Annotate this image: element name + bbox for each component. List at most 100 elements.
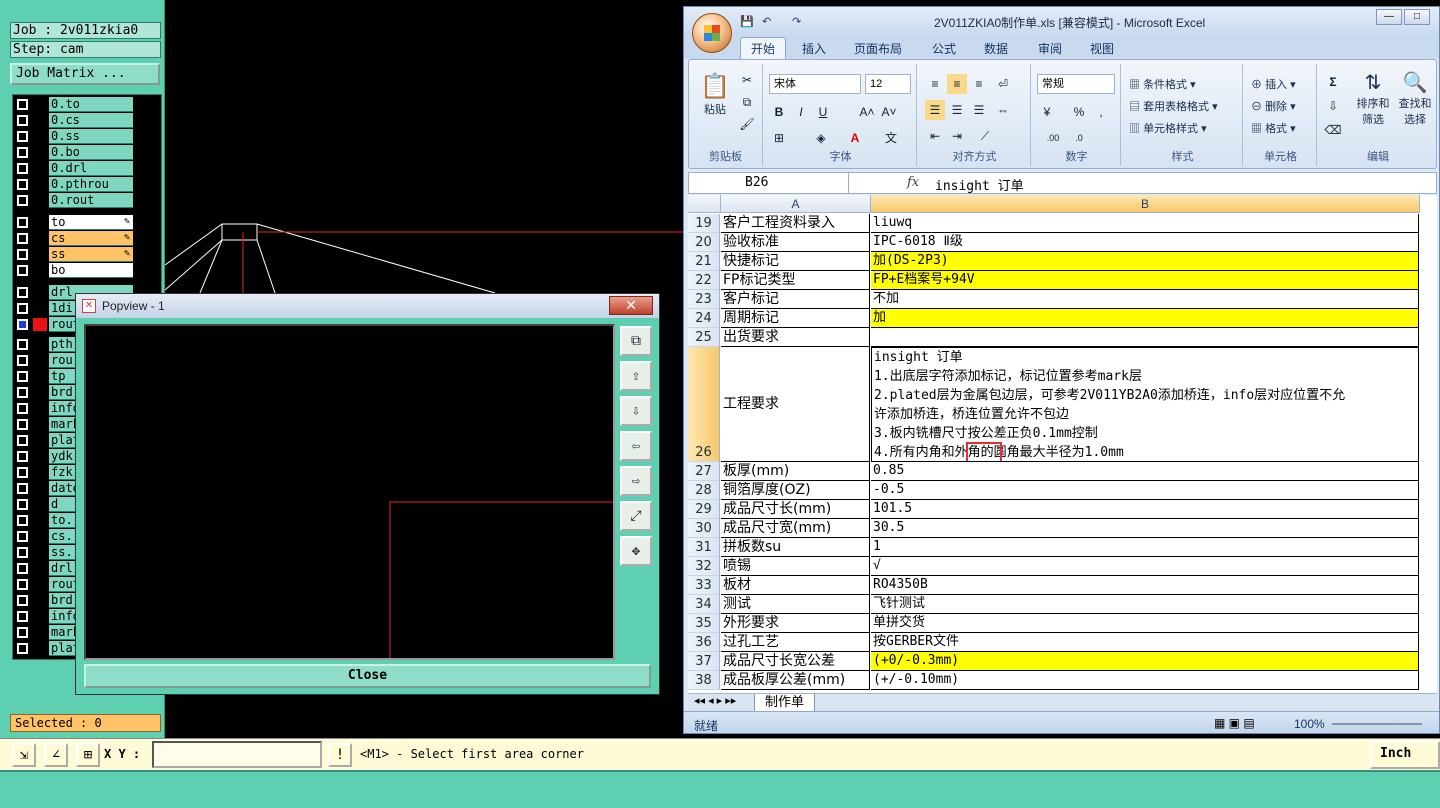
increase-decimal-icon[interactable]: .00 bbox=[1043, 128, 1063, 148]
layer-checkbox[interactable] bbox=[17, 451, 28, 462]
cell-b[interactable]: FP+E档案号+94V bbox=[871, 271, 1419, 290]
layer-checkbox[interactable] bbox=[17, 99, 28, 110]
format-button[interactable]: ▦ 格式 ▾ bbox=[1251, 120, 1296, 136]
row-header[interactable]: 33 bbox=[688, 576, 720, 595]
select-all-corner[interactable] bbox=[688, 195, 721, 213]
cell-b[interactable]: liuwq bbox=[871, 214, 1419, 233]
save-icon[interactable]: 💾 bbox=[740, 15, 754, 28]
find-select-button[interactable]: 🔍 查找和 选择 bbox=[1395, 70, 1435, 127]
cell-b[interactable]: 0.85 bbox=[871, 462, 1419, 481]
row-header[interactable]: 28 bbox=[688, 481, 720, 500]
layer-checkbox[interactable] bbox=[17, 147, 28, 158]
cut-icon[interactable]: ✂ bbox=[737, 70, 757, 90]
grid-tool-icon[interactable]: ⊞ bbox=[76, 743, 100, 767]
layer-name[interactable]: 0.cs bbox=[49, 113, 133, 128]
ribbon-tab[interactable]: 审阅 bbox=[1038, 40, 1062, 57]
cell-b[interactable] bbox=[871, 328, 1419, 347]
cell-styles-button[interactable]: ▥ 单元格样式 ▾ bbox=[1129, 120, 1207, 136]
layer-row[interactable]: 0.rout bbox=[13, 193, 133, 208]
name-box[interactable]: B26 bbox=[689, 173, 849, 193]
copy-icon[interactable]: ⧉ bbox=[737, 92, 757, 112]
cell-a[interactable]: 过孔工艺 bbox=[721, 633, 870, 652]
job-matrix-button[interactable]: Job Matrix ... bbox=[10, 63, 160, 85]
wrap-text-icon[interactable]: ⏎ bbox=[993, 74, 1013, 94]
layer-checkbox[interactable] bbox=[17, 195, 28, 206]
ribbon-tab[interactable]: 开始 bbox=[740, 37, 787, 59]
fill-icon[interactable]: ⇩ bbox=[1323, 96, 1343, 116]
percent-icon[interactable]: % bbox=[1069, 102, 1089, 122]
cell-a[interactable]: 测试 bbox=[721, 595, 870, 614]
select-tool-icon[interactable]: ⇲ bbox=[12, 743, 36, 767]
layer-name[interactable]: ss ✎ bbox=[49, 247, 133, 262]
redo-icon[interactable]: ↷ bbox=[792, 15, 801, 28]
cell-b[interactable]: 飞针测试 bbox=[871, 595, 1419, 614]
align-middle-icon[interactable]: ≡ bbox=[947, 74, 967, 94]
layer-name[interactable]: 0.pthrou bbox=[49, 177, 133, 192]
zoom-slider[interactable] bbox=[1332, 723, 1422, 725]
cell-a[interactable]: 客户工程资料录入 bbox=[721, 214, 870, 233]
insert-button[interactable]: ⊕ 插入 ▾ bbox=[1251, 76, 1296, 92]
ribbon-tab[interactable]: 数据 bbox=[984, 40, 1008, 57]
decrease-indent-icon[interactable]: ⇤ bbox=[925, 126, 945, 146]
layer-checkbox[interactable] bbox=[17, 419, 28, 430]
cell-a[interactable]: 铜箔厚度(OZ) bbox=[721, 481, 870, 500]
layer-row[interactable]: 0.bo bbox=[13, 145, 133, 160]
layer-checkbox[interactable] bbox=[17, 547, 28, 558]
layer-checkbox[interactable] bbox=[17, 515, 28, 526]
layer-row[interactable]: 0.to bbox=[13, 97, 133, 112]
layer-checkbox[interactable] bbox=[17, 643, 28, 654]
fit-icon[interactable]: ⤢ bbox=[620, 501, 652, 531]
sort-filter-button[interactable]: ⇅ 排序和 筛选 bbox=[1353, 70, 1393, 127]
cell-b[interactable]: -0.5 bbox=[871, 481, 1419, 500]
layer-checkbox[interactable] bbox=[17, 387, 28, 398]
layer-checkbox[interactable] bbox=[17, 611, 28, 622]
layer-checkbox[interactable] bbox=[17, 531, 28, 542]
align-right-icon[interactable]: ☰ bbox=[969, 100, 989, 120]
increase-indent-icon[interactable]: ⇥ bbox=[947, 126, 967, 146]
sheet-tab[interactable]: 制作单 bbox=[754, 694, 816, 712]
align-left-icon[interactable]: ☰ bbox=[925, 100, 945, 120]
layer-row[interactable]: cs ✎ bbox=[13, 231, 133, 246]
layer-name[interactable]: 0.rout bbox=[49, 193, 133, 208]
measure-tool-icon[interactable]: ∠ bbox=[44, 743, 68, 767]
font-size-combo[interactable]: 12 bbox=[865, 74, 911, 94]
cell-a[interactable]: 拼板数su bbox=[721, 538, 870, 557]
layer-checkbox[interactable] bbox=[17, 319, 28, 330]
autosum-icon[interactable]: Σ bbox=[1323, 72, 1343, 92]
currency-icon[interactable]: ¥ bbox=[1037, 102, 1057, 122]
italic-icon[interactable]: I bbox=[791, 102, 811, 122]
merge-center-icon[interactable]: ⇔ bbox=[993, 100, 1013, 120]
cell-b[interactable]: 加 bbox=[871, 309, 1419, 328]
cell-b[interactable]: √ bbox=[871, 557, 1419, 576]
row-header[interactable]: 26 bbox=[688, 347, 720, 462]
row-header[interactable]: 36 bbox=[688, 633, 720, 652]
cell-a[interactable]: FP标记类型 bbox=[721, 271, 870, 290]
fx-icon[interactable]: fx bbox=[907, 175, 919, 190]
paste-button[interactable]: 📋 粘贴 bbox=[695, 72, 735, 117]
ribbon-tab[interactable]: 视图 bbox=[1090, 40, 1114, 57]
close-button[interactable]: Close bbox=[84, 664, 651, 688]
row-header[interactable]: 25 bbox=[688, 328, 720, 347]
cell-a[interactable]: 喷锡 bbox=[721, 557, 870, 576]
row-header[interactable]: 23 bbox=[688, 290, 720, 309]
align-top-icon[interactable]: ≡ bbox=[925, 74, 945, 94]
alert-icon[interactable]: ! bbox=[328, 743, 352, 767]
comma-icon[interactable]: , bbox=[1091, 102, 1111, 122]
phonetic-icon[interactable]: 文 bbox=[881, 128, 901, 148]
row-header[interactable]: 37 bbox=[688, 652, 720, 671]
excel-titlebar[interactable]: 💾 ↶ ↷ 2V011ZKIA0制作单.xls [兼容模式] - Microso… bbox=[684, 7, 1439, 35]
xy-input[interactable] bbox=[152, 741, 322, 768]
cell-a[interactable]: 工程要求 bbox=[721, 347, 870, 462]
cell-a[interactable]: 成品尺寸宽(mm) bbox=[721, 519, 870, 538]
font-name-combo[interactable]: 宋体 bbox=[769, 74, 861, 94]
cell-b[interactable]: 101.5 bbox=[871, 500, 1419, 519]
spreadsheet-grid[interactable]: A B 19 客户工程资料录入 liuwq 20 验收标准 IPC-6018 Ⅱ级 21 快捷标记… bbox=[688, 195, 1437, 693]
align-center-icon[interactable]: ☰ bbox=[947, 100, 967, 120]
fill-color-icon[interactable]: ◈ bbox=[811, 128, 831, 148]
popview-viewport[interactable] bbox=[84, 324, 615, 660]
layer-checkbox[interactable] bbox=[17, 249, 28, 260]
ribbon-tab[interactable]: 插入 bbox=[802, 40, 826, 57]
layer-row[interactable]: bo bbox=[13, 263, 133, 278]
row-header[interactable]: 24 bbox=[688, 309, 720, 328]
format-painter-icon[interactable]: 🖌 bbox=[737, 114, 757, 134]
